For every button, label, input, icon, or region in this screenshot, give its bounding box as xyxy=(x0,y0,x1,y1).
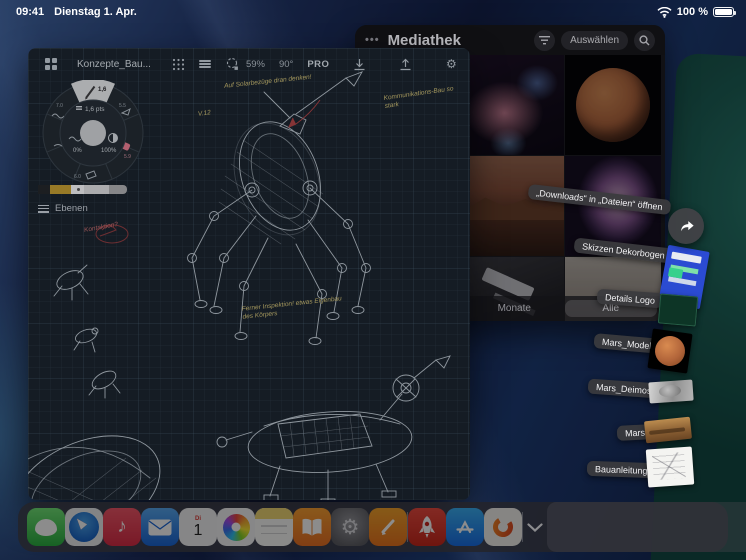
layers-label: Ebenen xyxy=(55,203,88,215)
books-icon xyxy=(293,508,331,546)
dock-app-mail[interactable] xyxy=(141,508,179,546)
messages-icon xyxy=(27,508,65,546)
thumb-bauanleitung-page[interactable] xyxy=(645,446,695,488)
swatch-dark[interactable] xyxy=(38,185,50,194)
svg-text:6.0: 6.0 xyxy=(74,174,81,180)
export-icon[interactable] xyxy=(396,56,414,72)
thumb-mars-model[interactable] xyxy=(647,328,693,374)
color-hub xyxy=(80,120,106,146)
dock: ♪ Di 1 ⚙ xyxy=(18,502,746,552)
date: Dienstag 1. Apr. xyxy=(54,6,137,18)
calendar-icon: Di 1 xyxy=(179,508,217,546)
app-store-icon xyxy=(446,508,484,546)
photo-nebula-horsehead[interactable] xyxy=(468,55,564,155)
more-button[interactable]: ••• xyxy=(365,34,380,46)
svg-text:7.0: 7.0 xyxy=(56,103,63,109)
concepts-toolbar: Konzepte_Bau... 59% 90° PRO ⚙ ? xyxy=(38,54,458,74)
svg-text:5.9: 5.9 xyxy=(124,154,131,160)
layers-panel-toggle[interactable]: Ebenen xyxy=(38,203,88,214)
rotation-angle[interactable]: 90° xyxy=(279,59,293,70)
status-bar: 09:41 Dienstag 1. Apr. 100 % xyxy=(0,0,746,24)
dock-app-messages[interactable] xyxy=(27,508,65,546)
dock-collapse-chevron[interactable] xyxy=(523,515,547,539)
photo-mars-planet[interactable] xyxy=(565,55,661,155)
svg-text:1,6: 1,6 xyxy=(98,87,107,93)
calendar-weekday: Di xyxy=(195,515,201,522)
forward-arrow-icon xyxy=(680,220,694,231)
dots-grid-icon[interactable] xyxy=(172,56,185,72)
clock: 09:41 xyxy=(16,6,45,18)
zoom-level[interactable]: 59% xyxy=(246,59,265,70)
swatch-white[interactable] xyxy=(71,185,84,194)
color-swatch-bar[interactable] xyxy=(38,185,127,194)
pages-icon xyxy=(369,508,407,546)
filter-button[interactable] xyxy=(534,29,556,51)
concepts-app-icon xyxy=(484,508,522,546)
dock-app-notes[interactable] xyxy=(255,508,293,546)
wifi-icon xyxy=(657,6,672,18)
layers-stack-icon[interactable] xyxy=(198,56,211,72)
dock-app-safari[interactable] xyxy=(65,508,103,546)
safari-icon xyxy=(65,508,103,546)
mail-icon xyxy=(141,508,179,546)
swatch-gold[interactable] xyxy=(50,185,71,194)
dock-app-books[interactable] xyxy=(293,508,331,546)
dock-app-appstore[interactable] xyxy=(446,508,484,546)
mediathek-title: Mediathek xyxy=(387,31,461,49)
lasso-icon[interactable] xyxy=(225,56,239,72)
thumb-green-card[interactable] xyxy=(657,293,699,327)
import-icon[interactable] xyxy=(350,56,368,72)
svg-text:100%: 100% xyxy=(101,148,117,154)
search-icon xyxy=(639,34,650,45)
photos-icon xyxy=(217,508,255,546)
notes-icon xyxy=(255,508,293,546)
select-button[interactable]: Auswählen xyxy=(561,30,628,50)
share-forward-button[interactable] xyxy=(668,208,704,244)
battery-percent: 100 % xyxy=(676,6,708,18)
thumb-mars-deimos[interactable] xyxy=(648,379,694,404)
photo-mars-desert[interactable] xyxy=(468,156,564,256)
drag-label-bauanleitung[interactable]: Bauanleitung xyxy=(586,460,656,479)
layers-icon xyxy=(38,203,49,214)
dock-app-rocket[interactable] xyxy=(408,508,446,546)
dock-app-pages[interactable] xyxy=(369,508,407,546)
swatch-lightgray[interactable] xyxy=(84,185,109,194)
dock-app-concepts[interactable] xyxy=(484,508,522,546)
pro-badge[interactable]: PRO xyxy=(307,59,329,70)
dock-app-settings[interactable]: ⚙ xyxy=(331,508,369,546)
screen: 09:41 Dienstag 1. Apr. 100 % ••• Mediath… xyxy=(0,0,746,560)
dock-app-calendar[interactable]: Di 1 xyxy=(179,508,217,546)
concepts-window: Konzepte_Bau... 59% 90° PRO ⚙ ? xyxy=(28,48,470,500)
rocket-icon xyxy=(408,508,446,546)
gallery-icon[interactable] xyxy=(45,58,57,70)
music-icon: ♪ xyxy=(103,508,141,546)
svg-text:5.5: 5.5 xyxy=(119,103,126,109)
document-title[interactable]: Konzepte_Bau... xyxy=(77,59,151,70)
search-button[interactable] xyxy=(634,29,655,51)
dock-app-photos[interactable] xyxy=(217,508,255,546)
swatch-gray[interactable] xyxy=(109,185,127,194)
settings-gear-icon[interactable]: ⚙ xyxy=(442,56,460,72)
dock-app-library[interactable] xyxy=(547,502,746,552)
calendar-day: 1 xyxy=(193,521,203,539)
tool-wheel[interactable]: 1,6 7.0 5.5 5.9 6.0 1,6 pts 0% 100% xyxy=(42,79,144,184)
svg-text:0%: 0% xyxy=(73,148,82,154)
dock-app-music[interactable]: ♪ xyxy=(103,508,141,546)
settings-icon: ⚙ xyxy=(331,508,369,546)
tab-monate[interactable]: Monate xyxy=(468,303,561,314)
battery-icon xyxy=(713,7,736,17)
svg-text:1,6 pts: 1,6 pts xyxy=(85,106,105,113)
filter-icon xyxy=(539,35,551,44)
